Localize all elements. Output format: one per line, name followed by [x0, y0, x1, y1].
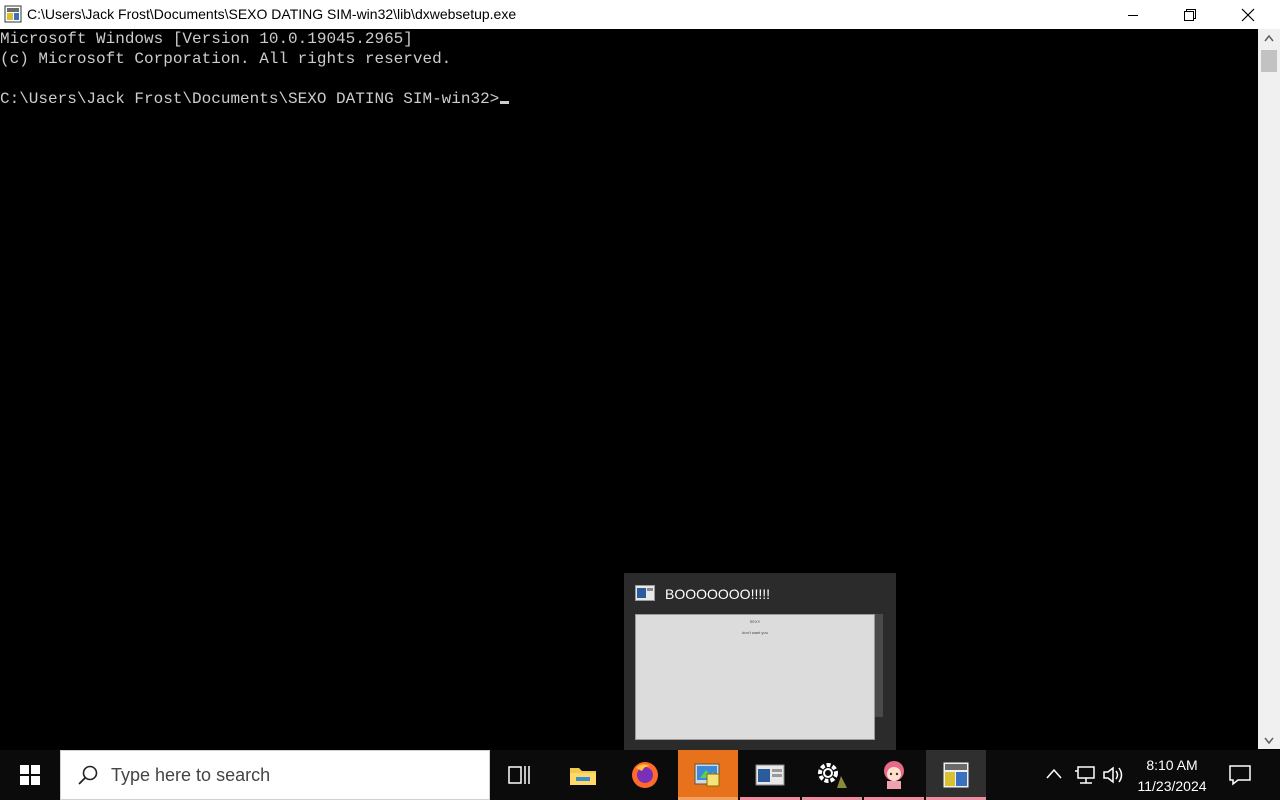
file-explorer-icon	[570, 768, 596, 785]
clock-date: 11/23/2024	[1137, 778, 1207, 794]
start-button[interactable]	[0, 750, 60, 800]
clock-time: 8:10 AM	[1146, 757, 1198, 773]
close-button[interactable]	[1219, 0, 1277, 29]
preview-title: BOOOOOOO!!!!!	[665, 586, 771, 602]
console-line: (c) Microsoft Corporation. All rights re…	[0, 50, 452, 68]
restore-icon	[1184, 8, 1196, 21]
console-prompt: C:\Users\Jack Frost\Documents\SEXO DATIN…	[0, 90, 500, 108]
scroll-up-button[interactable]	[1258, 29, 1280, 46]
chevron-down-icon	[1264, 737, 1274, 744]
firefox-button[interactable]	[615, 750, 675, 800]
taskbar-preview-popup[interactable]: BOOOOOOO!!!!! SEXY don't want you	[624, 573, 896, 750]
chevron-up-icon[interactable]	[1045, 767, 1063, 781]
thumbnail-scrollbar	[875, 614, 883, 717]
window-title: C:\Users\Jack Frost\Documents\SEXO DATIN…	[27, 6, 517, 22]
notification-icon[interactable]	[1228, 764, 1252, 786]
console-prompt-line: C:\Users\Jack Frost\Documents\SEXO DATIN…	[0, 89, 510, 109]
file-explorer-button[interactable]	[553, 750, 613, 800]
anime-character-button[interactable]	[864, 750, 924, 800]
anime-character-icon	[884, 761, 904, 789]
vertical-scrollbar[interactable]	[1258, 29, 1280, 749]
console-line: Microsoft Windows [Version 10.0.19045.29…	[0, 30, 413, 48]
network-icon[interactable]	[1074, 765, 1098, 785]
preview-thumbnail[interactable]: SEXY don't want you	[635, 614, 875, 740]
text-cursor	[500, 101, 510, 104]
windows-logo-icon	[20, 765, 40, 785]
sexo-dating-sim-button[interactable]	[678, 750, 738, 800]
thumbnail-title: SEXY	[749, 619, 761, 624]
search-box[interactable]: Type here to search	[60, 750, 490, 800]
window-icon	[635, 585, 655, 601]
settings-button[interactable]	[802, 750, 862, 800]
preview-window-icon	[755, 764, 785, 786]
search-placeholder: Type here to search	[111, 765, 271, 785]
firefox-icon	[632, 762, 658, 788]
minimize-icon	[1128, 14, 1138, 16]
command-prompt-button[interactable]	[926, 750, 986, 800]
preview-window-button[interactable]	[740, 750, 800, 800]
task-view-icon	[508, 766, 530, 784]
taskbar: Type here to search 8:10 AM 11/23/2024	[0, 750, 1280, 800]
volume-icon[interactable]	[1102, 765, 1126, 785]
scroll-thumb[interactable]	[1261, 50, 1277, 72]
scroll-down-button[interactable]	[1258, 732, 1280, 749]
settings-icon	[818, 763, 847, 788]
clock[interactable]: 8:10 AM 11/23/2024	[1130, 755, 1214, 797]
close-icon	[1241, 8, 1255, 21]
app-icon	[4, 5, 22, 23]
command-prompt-icon	[942, 761, 970, 789]
restore-button[interactable]	[1161, 0, 1219, 29]
task-view-button[interactable]	[490, 750, 550, 800]
chevron-up-icon	[1264, 34, 1274, 41]
minimize-button[interactable]	[1104, 0, 1162, 29]
title-bar[interactable]: C:\Users\Jack Frost\Documents\SEXO DATIN…	[0, 0, 1280, 29]
thumbnail-text: don't want you	[742, 630, 768, 635]
sexo-dating-sim-icon	[694, 763, 720, 787]
search-icon	[78, 765, 98, 785]
